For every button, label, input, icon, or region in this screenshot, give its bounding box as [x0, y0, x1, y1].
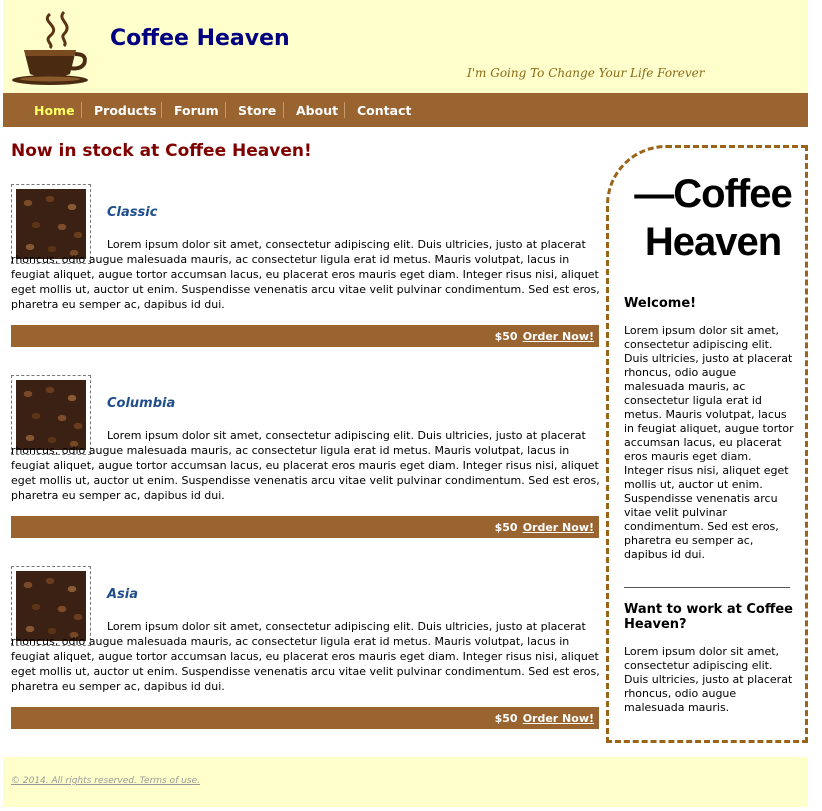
product-description: Lorem ipsum dolor sit amet, consectetur … — [11, 428, 601, 503]
nav-item-products[interactable]: Products — [94, 103, 157, 118]
welcome-text: Lorem ipsum dolor sit amet, consectetur … — [624, 324, 794, 561]
product-price: $50 — [494, 712, 518, 725]
product-description-text: Lorem ipsum dolor sit amet, consectetur … — [11, 620, 600, 693]
footer-copyright-link[interactable]: © 2014. All rights reserved. Terms of us… — [11, 776, 200, 786]
product-description-text: Lorem ipsum dolor sit amet, consectetur … — [11, 238, 600, 311]
page-heading: Now in stock at Coffee Heaven! — [11, 141, 312, 161]
order-now-link[interactable]: Order Now! — [523, 712, 594, 725]
nav-item-contact[interactable]: Contact — [357, 103, 411, 118]
product-name[interactable]: Classic — [107, 205, 157, 220]
jobs-heading: Want to work at Coffee Heaven? — [624, 602, 793, 632]
order-now-link[interactable]: Order Now! — [523, 330, 594, 343]
order-bar: $50 Order Now! — [11, 516, 599, 538]
sidebar: —Coffee Heaven Welcome! Lorem ipsum dolo… — [606, 145, 808, 743]
nav-divider — [81, 102, 82, 118]
product-card: Asia Lorem ipsum dolor sit amet, consect… — [11, 566, 601, 729]
jobs-text: Lorem ipsum dolor sit amet, consectetur … — [624, 645, 793, 714]
main-nav: Home Products Forum Store About Contact — [3, 93, 808, 127]
site-tagline: I'm Going To Change Your Life Forever — [467, 66, 705, 80]
product-description-text: Lorem ipsum dolor sit amet, consectetur … — [11, 429, 600, 502]
product-name[interactable]: Columbia — [107, 396, 175, 411]
product-price: $50 — [494, 521, 518, 534]
nav-item-home[interactable]: Home — [34, 103, 75, 118]
sidebar-logo: —Coffee Heaven — [634, 172, 792, 264]
nav-item-forum[interactable]: Forum — [174, 103, 219, 118]
site-header: Coffee Heaven I'm Going To Change Your L… — [3, 0, 808, 93]
nav-divider — [161, 102, 162, 118]
nav-item-about[interactable]: About — [296, 103, 338, 118]
order-bar: $50 Order Now! — [11, 707, 599, 729]
site-footer: © 2014. All rights reserved. Terms of us… — [3, 757, 808, 807]
product-description: Lorem ipsum dolor sit amet, consectetur … — [11, 237, 601, 312]
order-bar: $50 Order Now! — [11, 325, 599, 347]
nav-divider — [344, 102, 345, 118]
order-now-link[interactable]: Order Now! — [523, 521, 594, 534]
product-price: $50 — [494, 330, 518, 343]
product-card: Classic Lorem ipsum dolor sit amet, cons… — [11, 184, 601, 347]
product-description: Lorem ipsum dolor sit amet, consectetur … — [11, 619, 601, 694]
coffee-cup-icon[interactable] — [10, 8, 90, 88]
product-name[interactable]: Asia — [107, 587, 138, 602]
product-card: Columbia Lorem ipsum dolor sit amet, con… — [11, 375, 601, 538]
site-title[interactable]: Coffee Heaven — [110, 26, 290, 51]
nav-divider — [283, 102, 284, 118]
nav-item-store[interactable]: Store — [238, 103, 276, 118]
sidebar-divider — [624, 587, 790, 588]
nav-divider — [225, 102, 226, 118]
welcome-heading: Welcome! — [624, 296, 697, 311]
